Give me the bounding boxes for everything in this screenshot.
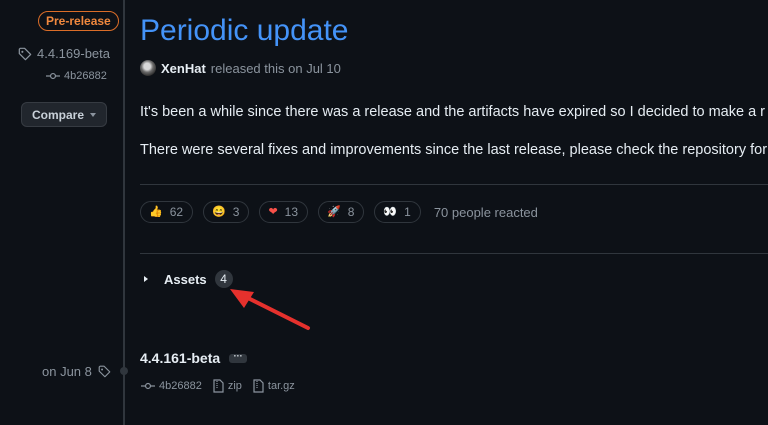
previous-release-header: 4.4.161-beta ··· (140, 350, 248, 366)
previous-release-meta: 4b26882 zip tar.gz (141, 379, 301, 393)
previous-release-date: on Jun 8 (42, 364, 111, 379)
previous-release-date-text: on Jun 8 (42, 364, 92, 379)
thumbs-up-icon: 👍 (149, 205, 163, 218)
release-title[interactable]: Periodic update (140, 14, 348, 48)
commit-icon (46, 72, 60, 80)
reactions-summary[interactable]: 70 people reacted (434, 205, 538, 220)
assets-toggle[interactable]: Assets 4 (144, 270, 233, 288)
release-notes-paragraph-1: It's been a while since there was a rele… (140, 104, 766, 120)
timeline-line (123, 0, 125, 425)
eyes-icon: 👀 (383, 205, 398, 218)
reaction-laugh-button[interactable]: 😄 3 (203, 201, 250, 223)
file-zip-icon (213, 379, 224, 393)
reaction-count: 62 (169, 205, 184, 219)
timeline-dot (120, 367, 128, 375)
reactions-bar: 👍 62 😄 3 ❤ 13 🚀 8 👀 1 70 people reacted (140, 201, 538, 223)
zip-download-link[interactable]: zip (213, 379, 242, 393)
release-commit-link[interactable]: 4b26882 (46, 70, 107, 82)
tag-icon (98, 365, 111, 378)
release-tag-label: 4.4.169-beta (37, 46, 111, 61)
triangle-right-icon (144, 276, 148, 282)
tag-icon (18, 47, 32, 60)
avatar[interactable] (140, 60, 156, 76)
release-byline: XenHat released this on Jul 10 (140, 60, 341, 76)
release-notes-paragraph-2: There were several fixes and improvement… (140, 142, 768, 158)
compare-button[interactable]: Compare (21, 102, 107, 127)
laugh-icon: 😄 (212, 205, 226, 218)
previous-release-tag-link[interactable]: 4.4.161-beta (140, 350, 220, 366)
zip-label: zip (227, 380, 242, 392)
assets-label: Assets (164, 271, 207, 287)
release-commit-sha: 4b26882 (64, 70, 107, 82)
reaction-count: 1 (404, 205, 411, 219)
released-text: released this on Jul 10 (210, 60, 341, 76)
reaction-heart-button[interactable]: ❤ 13 (259, 201, 309, 223)
previous-release-commit-link[interactable]: 4b26882 (141, 380, 202, 392)
expand-ellipsis-button[interactable]: ··· (229, 351, 248, 363)
reaction-count: 13 (284, 205, 299, 219)
author-link[interactable]: XenHat (161, 61, 206, 76)
reaction-count: 8 (347, 205, 355, 219)
annotation-arrow (230, 289, 310, 330)
divider (140, 253, 768, 254)
targz-download-link[interactable]: tar.gz (253, 379, 295, 393)
rocket-icon: 🚀 (327, 205, 341, 218)
commit-icon (141, 382, 155, 390)
heart-icon: ❤ (268, 205, 278, 218)
compare-label: Compare (31, 107, 84, 122)
file-zip-icon (253, 379, 264, 393)
previous-release-commit-sha: 4b26882 (159, 380, 202, 392)
reaction-eyes-button[interactable]: 👀 1 (374, 201, 421, 223)
reaction-rocket-button[interactable]: 🚀 8 (318, 201, 365, 223)
reaction-count: 3 (232, 205, 240, 219)
reaction-thumbs-up-button[interactable]: 👍 62 (140, 201, 194, 223)
release-tag-link[interactable]: 4.4.169-beta (18, 46, 110, 61)
divider (140, 184, 768, 185)
prerelease-badge: Pre-release (38, 11, 119, 31)
targz-label: tar.gz (267, 380, 295, 392)
caret-down-icon (90, 112, 96, 117)
